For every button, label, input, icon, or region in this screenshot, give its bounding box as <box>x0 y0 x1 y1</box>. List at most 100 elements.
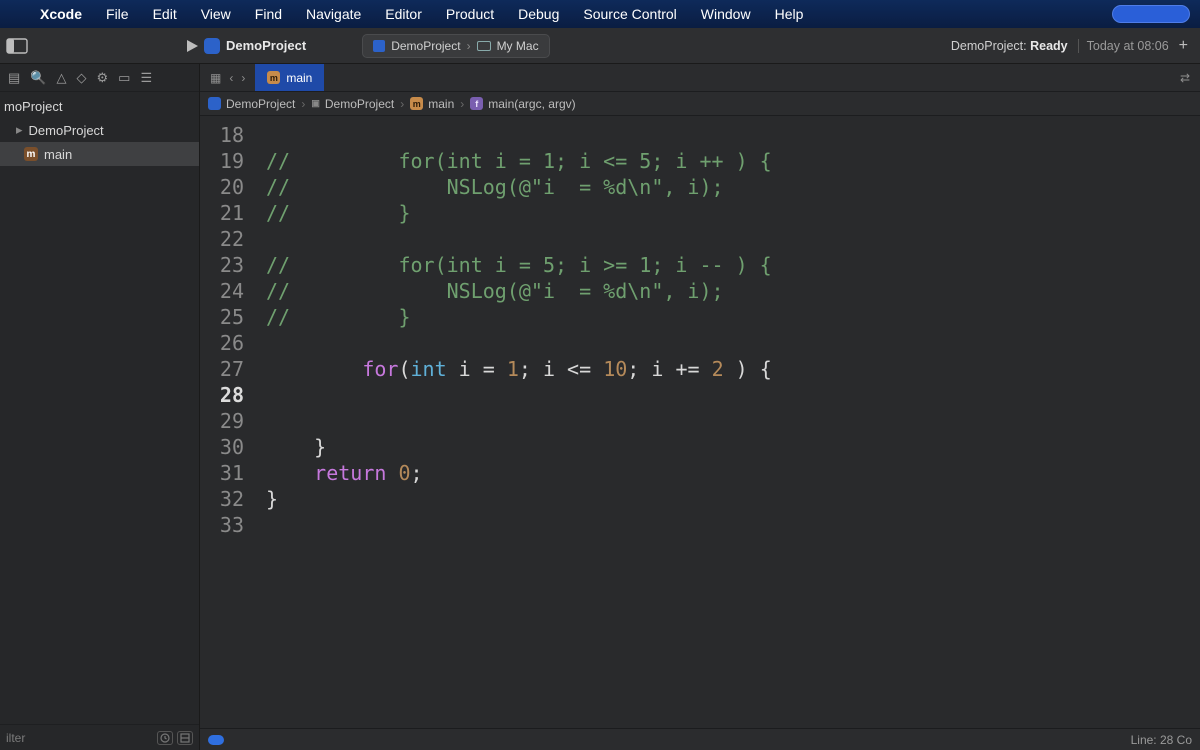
nav-reports-icon[interactable]: ☰ <box>140 70 152 86</box>
gutter-line-number[interactable]: 24 <box>200 278 254 304</box>
code-line[interactable]: // } <box>266 200 411 226</box>
jumpbar-segment[interactable]: f main(argc, argv) <box>470 97 575 111</box>
mac-icon <box>477 41 491 51</box>
editor-area: ▦ ‹ › m main ⇄ DemoProject › ▣DemoProject ›… <box>200 64 1200 750</box>
jumpbar-label: main(argc, argv) <box>488 97 575 111</box>
code-line[interactable]: // NSLog(@"i = %d\n", i); <box>266 174 724 200</box>
file-m-badge-icon: m <box>24 147 38 161</box>
nav-back-icon[interactable]: ‹ <box>229 71 233 85</box>
source-editor[interactable]: 1819 // for(int i = 1; i <= 5; i ++ ) { 20… <box>200 116 1200 728</box>
gutter-line-number[interactable]: 29 <box>200 408 254 434</box>
build-time: Today at 08:06 <box>1078 39 1169 53</box>
app-badge-icon <box>204 38 220 54</box>
disclosure-icon[interactable]: ▸ <box>16 122 23 138</box>
code-line[interactable]: for(int i = 1; i <= 10; i += 2 ) { <box>266 356 772 382</box>
nav-row-main[interactable]: mmain <box>0 142 199 166</box>
toggle-left-panel-icon[interactable] <box>6 38 28 54</box>
nav-row-label: main <box>44 147 72 162</box>
gutter-line-number[interactable]: 32 <box>200 486 254 512</box>
filter-text: ilter <box>6 731 25 745</box>
nav-row-moproject[interactable]: moProject <box>0 94 199 118</box>
menu-window[interactable]: Window <box>689 6 763 22</box>
file-m-badge-icon: m <box>267 71 280 84</box>
menu-xcode[interactable]: Xcode <box>28 6 94 22</box>
code-line[interactable]: } <box>266 486 278 512</box>
run-button[interactable] <box>184 38 200 54</box>
toolbar: DemoProject DemoProject › My Mac DemoPro… <box>0 28 1200 64</box>
menu-view[interactable]: View <box>189 6 243 22</box>
debug-bubble-icon[interactable] <box>208 735 224 745</box>
menu-product[interactable]: Product <box>434 6 506 22</box>
jumpbar-badge-icon: f <box>470 97 483 110</box>
destination-name: My Mac <box>497 39 539 53</box>
menu-navigate[interactable]: Navigate <box>294 6 373 22</box>
jumpbar-separator-icon: › <box>301 97 305 111</box>
navigator-tree[interactable]: moProject ▸ DemoProject mmain <box>0 92 199 724</box>
menu-help[interactable]: Help <box>763 6 816 22</box>
code-line[interactable]: // } <box>266 304 411 330</box>
editor-tab-label: main <box>286 71 312 85</box>
gutter-line-number[interactable]: 22 <box>200 226 254 252</box>
code-line[interactable]: // NSLog(@"i = %d\n", i); <box>266 278 724 304</box>
scheme-selector[interactable]: DemoProject › My Mac <box>362 34 549 58</box>
editor-tab-main[interactable]: m main <box>255 64 324 91</box>
gutter-line-number[interactable]: 23 <box>200 252 254 278</box>
gutter-line-number[interactable]: 26 <box>200 330 254 356</box>
jumpbar-badge-icon: m <box>410 97 423 110</box>
nav-search-icon[interactable]: 🔍 <box>30 70 46 86</box>
gutter-line-number[interactable]: 31 <box>200 460 254 486</box>
toolbar-project-name: DemoProject <box>226 38 306 53</box>
jumpbar-segment[interactable]: DemoProject <box>208 97 295 111</box>
jumpbar-segment[interactable]: mmain <box>410 97 454 111</box>
jumpbar-separator-icon: › <box>460 97 464 111</box>
gutter-line-number[interactable]: 21 <box>200 200 254 226</box>
menubar-search[interactable] <box>1112 5 1190 23</box>
menu-find[interactable]: Find <box>243 6 294 22</box>
jumpbar-label: DemoProject <box>226 97 295 111</box>
chevron-right-icon: › <box>467 39 471 53</box>
menu-bar: Xcode File Edit View Find Navigate Edito… <box>0 0 1200 28</box>
gutter-line-number[interactable]: 20 <box>200 174 254 200</box>
add-editor-button[interactable]: + <box>1179 37 1188 55</box>
editor-options-icon[interactable]: ⇄ <box>1180 71 1190 85</box>
filter-scm-icon[interactable] <box>177 731 193 745</box>
menu-debug[interactable]: Debug <box>506 6 571 22</box>
code-line[interactable]: } <box>266 434 326 460</box>
gutter-line-number[interactable]: 28 <box>200 382 254 408</box>
jumpbar-badge-icon <box>208 97 221 110</box>
scheme-name: DemoProject <box>391 39 460 53</box>
code-line[interactable]: // for(int i = 1; i <= 5; i ++ ) { <box>266 148 772 174</box>
nav-tests-icon[interactable]: ◇ <box>76 70 86 86</box>
jumpbar-label: DemoProject <box>325 97 394 111</box>
nav-row-label: DemoProject <box>29 123 104 138</box>
gutter-line-number[interactable]: 27 <box>200 356 254 382</box>
gutter-line-number[interactable]: 18 <box>200 122 254 148</box>
editor-status-bar: Line: 28 Co <box>200 728 1200 750</box>
jumpbar-segment[interactable]: ▣DemoProject <box>311 97 394 111</box>
gutter-line-number[interactable]: 25 <box>200 304 254 330</box>
navigator-filter[interactable]: ilter <box>0 724 199 750</box>
nav-breakpoints-icon[interactable]: ▭ <box>118 70 130 86</box>
toolbar-project[interactable]: DemoProject <box>204 38 306 54</box>
gutter-line-number[interactable]: 19 <box>200 148 254 174</box>
jump-bar[interactable]: DemoProject›▣DemoProject›mmain›fmain(arg… <box>200 92 1200 116</box>
menu-edit[interactable]: Edit <box>141 6 189 22</box>
code-line[interactable]: return 0; <box>266 460 423 486</box>
nav-debug-icon[interactable]: ⚙ <box>96 70 108 86</box>
navigator-selector-bar: ▤ 🔍 △ ◇ ⚙ ▭ ☰ <box>0 64 199 92</box>
menu-file[interactable]: File <box>94 6 141 22</box>
filter-recent-icon[interactable] <box>157 731 173 745</box>
gutter-line-number[interactable]: 30 <box>200 434 254 460</box>
cursor-position: Line: 28 Co <box>1131 733 1192 747</box>
menu-source-control[interactable]: Source Control <box>571 6 688 22</box>
code-line[interactable]: // for(int i = 5; i >= 1; i -- ) { <box>266 252 772 278</box>
nav-issues-icon[interactable]: △ <box>56 70 66 86</box>
scheme-icon <box>373 40 385 52</box>
menu-editor[interactable]: Editor <box>373 6 434 22</box>
nav-row-label: moProject <box>4 99 63 114</box>
nav-project-icon[interactable]: ▤ <box>8 70 20 86</box>
nav-row-demoproject[interactable]: ▸ DemoProject <box>0 118 199 142</box>
related-items-icon[interactable]: ▦ <box>210 71 221 85</box>
gutter-line-number[interactable]: 33 <box>200 512 254 538</box>
nav-forward-icon[interactable]: › <box>241 71 245 85</box>
